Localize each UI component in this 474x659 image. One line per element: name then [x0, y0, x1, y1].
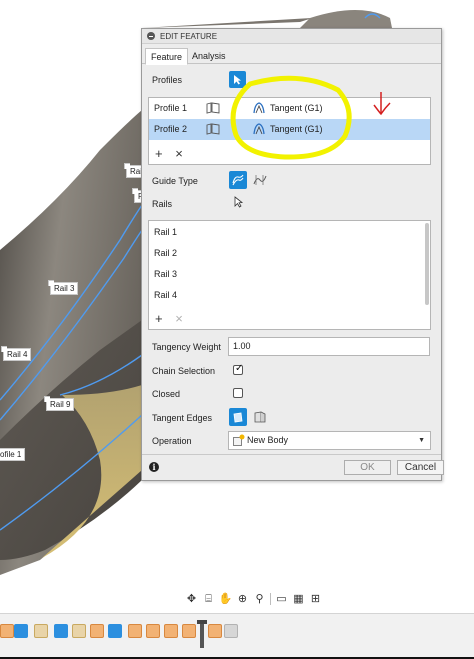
timeline-feature[interactable]: [128, 624, 142, 638]
timeline-feature[interactable]: [164, 624, 178, 638]
rail-label-4[interactable]: Rail 4: [3, 348, 32, 361]
cursor-arrow-icon: [234, 75, 241, 85]
operation-value: New Body: [247, 435, 289, 445]
remove-profile-button[interactable]: ×: [175, 146, 183, 161]
closed-label: Closed: [152, 389, 181, 399]
viewports-icon[interactable]: ⊞: [307, 592, 324, 606]
add-profile-button[interactable]: +: [155, 146, 163, 161]
profile-icon: [206, 123, 220, 135]
rails-select-cursor-icon[interactable]: [234, 196, 244, 208]
panel-title: EDIT FEATURE: [160, 31, 218, 41]
timeline-feature[interactable]: [14, 624, 28, 638]
collapse-icon[interactable]: [147, 32, 155, 40]
rail-label-9[interactable]: Rail 9: [46, 398, 75, 411]
tangent-edges-label: Tangent Edges: [152, 413, 213, 423]
list-item[interactable]: Profile 2 Tangent (G1): [149, 119, 430, 140]
navigation-toolbar: ✥ ⌸ ✋ ⊕ ⚲ ▭ ▦ ⊞: [183, 591, 324, 607]
timeline-feature[interactable]: [146, 624, 160, 638]
tab-analysis[interactable]: Analysis: [187, 48, 231, 65]
grid-settings-icon[interactable]: ▦: [290, 592, 307, 606]
rail-label-3[interactable]: Rail 3: [50, 282, 79, 295]
keep-edges-icon[interactable]: [253, 410, 267, 424]
chain-selection-checkbox[interactable]: ✓: [233, 363, 244, 375]
operation-label: Operation: [152, 436, 192, 446]
zoom-icon[interactable]: ⊕: [234, 592, 251, 606]
display-settings-icon[interactable]: ▭: [273, 592, 290, 606]
pan-icon[interactable]: ✋: [217, 592, 234, 606]
timeline-feature[interactable]: [90, 624, 104, 638]
timeline-feature[interactable]: [54, 624, 68, 638]
list-item[interactable]: Rail 3: [154, 269, 177, 279]
rails-list: Rail 1 Rail 2 Rail 3 Rail 4 + ×: [148, 220, 431, 330]
timeline-feature[interactable]: [208, 624, 222, 638]
tangent-edges-merge-button[interactable]: [229, 408, 247, 426]
remove-rail-button[interactable]: ×: [175, 311, 183, 326]
profile-condition[interactable]: Tangent (G1): [270, 124, 323, 134]
list-item[interactable]: Rail 4: [154, 290, 177, 300]
profile-label[interactable]: ofile 1: [0, 448, 26, 461]
list-item[interactable]: Rail 1: [154, 227, 177, 237]
edit-feature-panel: EDIT FEATURE Feature Analysis Profiles P…: [141, 28, 444, 481]
tangency-weight-label: Tangency Weight: [152, 342, 221, 352]
profile-name: Profile 2: [154, 124, 188, 134]
timeline-feature[interactable]: [0, 624, 14, 638]
centerline-guide-icon[interactable]: [253, 173, 267, 187]
profiles-select-button[interactable]: [229, 71, 246, 88]
merge-edges-icon: [233, 412, 243, 423]
profile-list-actions: + ×: [155, 146, 192, 161]
profile-icon: [206, 102, 220, 114]
guide-type-label: Guide Type: [152, 176, 198, 186]
cancel-button[interactable]: Cancel: [397, 460, 444, 475]
divider: [142, 454, 441, 455]
timeline-feature[interactable]: [182, 624, 196, 638]
rail-list-actions: + ×: [155, 311, 192, 326]
profiles-label: Profiles: [152, 75, 183, 85]
profile-name: Profile 1: [154, 103, 188, 113]
list-item[interactable]: Profile 1 Tangent (G1): [149, 98, 430, 119]
orbit-icon[interactable]: ✥: [183, 592, 200, 606]
panel-header[interactable]: EDIT FEATURE: [142, 29, 441, 44]
profile-condition[interactable]: Tangent (G1): [270, 103, 323, 113]
tab-bar: Feature Analysis: [142, 45, 441, 65]
add-rail-button[interactable]: +: [155, 311, 163, 326]
new-body-icon: [233, 434, 245, 446]
chain-selection-label: Chain Selection: [152, 366, 216, 376]
check-icon: ✓: [235, 363, 244, 374]
timeline-feature[interactable]: [108, 624, 122, 638]
list-item[interactable]: Rail 2: [154, 248, 177, 258]
surface-top-edge: [300, 10, 392, 28]
divider: [270, 593, 271, 605]
timeline-feature[interactable]: [72, 624, 86, 638]
tangent-icon[interactable]: [252, 122, 266, 136]
fit-icon[interactable]: ⚲: [251, 592, 268, 606]
timeline-marker[interactable]: [197, 620, 207, 648]
rails-guide-icon: [232, 174, 244, 186]
closed-checkbox[interactable]: [233, 388, 243, 398]
timeline-feature[interactable]: [34, 624, 48, 638]
info-icon[interactable]: i: [149, 462, 159, 472]
tangency-weight-input[interactable]: 1.00: [228, 337, 430, 356]
look-at-icon[interactable]: ⌸: [200, 592, 217, 606]
chevron-down-icon: ▼: [418, 437, 425, 444]
tangent-icon[interactable]: [252, 101, 266, 115]
operation-dropdown[interactable]: New Body ▼: [228, 431, 431, 450]
profiles-list: Profile 1 Tangent (G1) Profile 2 Tangent…: [148, 97, 431, 165]
rails-scrollbar[interactable]: [425, 223, 429, 305]
tab-feature[interactable]: Feature: [145, 48, 189, 65]
rails-label: Rails: [152, 199, 173, 209]
guide-type-rails-button[interactable]: [229, 171, 247, 189]
ok-button[interactable]: OK: [344, 460, 391, 475]
design-timeline: [0, 613, 474, 659]
timeline-feature[interactable]: [224, 624, 238, 638]
